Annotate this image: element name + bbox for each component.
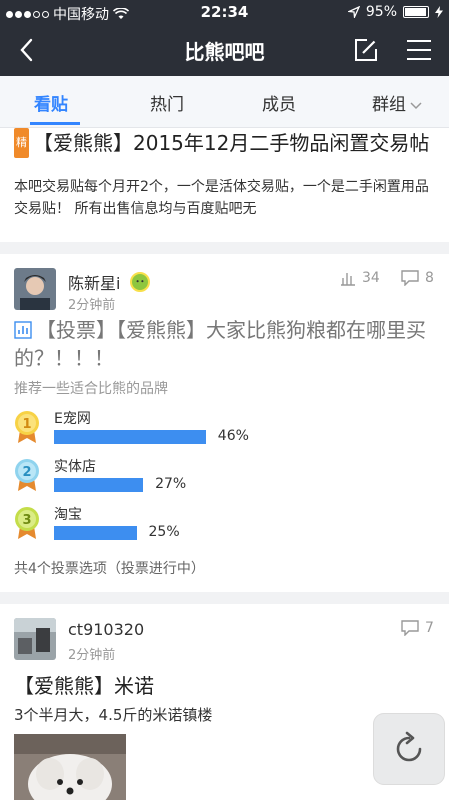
poll-option[interactable]: 2 实体店 27% [14,458,434,498]
tab-active-indicator [30,122,80,125]
comment-count-value: 7 [425,620,434,636]
refresh-button[interactable] [374,714,444,784]
medal-3-icon: 3 [15,507,39,539]
post-time: 2分钟前 [68,648,116,663]
medal-2-icon: 2 [15,459,39,491]
poll-percent: 46% [217,428,249,444]
battery-percent: 95% [365,4,397,20]
comment-icon [401,620,419,636]
post-title[interactable]: 【爱熊熊】米诺 [14,670,154,699]
medal-1-icon: 1 [15,411,39,443]
comment-count[interactable]: 7 [401,620,434,636]
avatar[interactable] [14,268,56,310]
view-count-value: 34 [362,270,380,286]
divider [0,242,449,254]
refresh-icon [396,731,422,762]
comment-count-value: 8 [425,270,434,286]
divider [0,592,449,604]
post-photo[interactable] [14,734,126,800]
menu-icon[interactable] [405,38,433,62]
level-badge-icon [130,272,150,292]
poll-bar [54,478,144,492]
battery-fill [405,8,426,16]
post-pinned[interactable]: 精【爱熊熊】2015年12月二手物品闲置交易帖 本吧交易贴每个月开2个，一个是活… [0,128,449,238]
medal-rank: 1 [22,417,31,432]
page-title: 比熊吧吧 [184,40,265,64]
tab-bar: 看贴 热门 成员 群组 [0,76,449,128]
comment-count[interactable]: 8 [401,270,434,286]
poll-bar [54,430,206,444]
avatar[interactable] [14,618,56,660]
tab-hot[interactable]: 热门 [150,90,184,115]
username[interactable]: 陈新星i [68,270,120,294]
chart-icon [14,321,32,339]
medal-rank: 3 [22,513,31,528]
post-desc: 3个半月大，4.5斤的米诺镇楼 [14,706,213,724]
featured-tag: 精 [14,128,29,158]
tab-groups[interactable]: 群组 [372,90,422,115]
poll-option-name: 淘宝 [54,507,82,523]
post-subtitle: 推荐一些适合比熊的品牌 [14,381,168,397]
username[interactable]: ct910320 [68,620,144,639]
post-title-text: 【爱熊熊】2015年12月二手物品闲置交易帖 [33,131,430,155]
post-title-text: 【投票】【爱熊熊】大家比熊狗粮都在哪里买的？！！！ [14,318,426,370]
tab-posts[interactable]: 看贴 [34,90,68,115]
tab-members[interactable]: 成员 [262,90,296,115]
status-right: 95% [347,4,443,20]
location-arrow-icon [347,6,360,18]
poll-option[interactable]: 1 E宠网 46% [14,410,434,450]
post-title[interactable]: 【投票】【爱熊熊】大家比熊狗粮都在哪里买的？！！！ [14,316,439,372]
poll-option-name: E宠网 [54,411,91,427]
medal-rank: 2 [22,465,31,480]
status-bar: 中国移动 22:34 95% [0,0,449,24]
post-vote[interactable]: 陈新星i 2分钟前 34 8 【投票】【爱熊熊】大家比熊狗粮都在哪里买的？！！！… [0,254,449,590]
poll-footer[interactable]: 共4个投票选项（投票进行中） [14,558,205,578]
view-count: 34 [340,270,380,286]
chevron-down-icon [410,102,422,110]
poll-percent: 27% [155,476,187,492]
poll-option[interactable]: 3 淘宝 25% [14,506,434,546]
comment-icon [401,270,419,286]
tab-groups-label: 群组 [372,95,406,115]
post-time: 2分钟前 [68,298,116,313]
nav-bar: 比熊吧吧 [0,24,449,76]
poll-bar [54,526,137,540]
post-desc: 本吧交易贴每个月开2个，一个是活体交易贴，一个是二手闲置用品交易贴！ 所有出售信… [14,179,429,217]
chart-icon [341,273,355,286]
post-title[interactable]: 精【爱熊熊】2015年12月二手物品闲置交易帖 [14,128,439,158]
poll-percent: 25% [148,524,180,540]
battery-icon [403,6,429,18]
charging-icon [435,6,443,18]
edit-icon[interactable] [354,38,378,62]
poll-option-name: 实体店 [54,459,96,475]
